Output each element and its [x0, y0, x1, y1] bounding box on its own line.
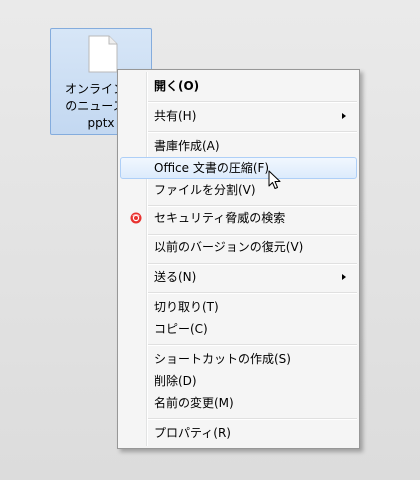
- menu-item-label: Office 文書の圧縮(F): [154, 161, 270, 175]
- menu-separator: [148, 344, 357, 346]
- menu-separator: [148, 292, 357, 294]
- menu-item-send-to[interactable]: 送る(N): [120, 266, 357, 288]
- menu-item-create-shortcut[interactable]: ショートカットの作成(S): [120, 348, 357, 370]
- menu-item-restore-previous[interactable]: 以前のバージョンの復元(V): [120, 236, 357, 258]
- menu-item-delete[interactable]: 削除(D): [120, 370, 357, 392]
- menu-separator: [148, 263, 357, 265]
- document-icon: [88, 35, 118, 73]
- menu-separator: [148, 131, 357, 133]
- submenu-arrow-icon: [342, 113, 346, 119]
- submenu-arrow-icon: [342, 274, 346, 280]
- menu-item-label: 削除(D): [154, 374, 197, 388]
- menu-item-label: 共有(H): [154, 109, 197, 123]
- context-menu: 開く(O) 共有(H) 書庫作成(A) Office 文書の圧縮(F) ファイル…: [117, 69, 360, 449]
- menu-item-copy[interactable]: コピー(C): [120, 318, 357, 340]
- desktop: オンラインソ のニュースサ pptx 開く(O) 共有(H) 書庫作成(A) O…: [0, 0, 420, 480]
- menu-separator: [148, 101, 357, 103]
- menu-item-label: 開く(O): [154, 79, 200, 93]
- arrow-pointer-icon: [268, 170, 281, 189]
- menu-item-label: プロパティ(R): [154, 426, 231, 440]
- menu-separator: [148, 418, 357, 420]
- menu-item-rename[interactable]: 名前の変更(M): [120, 392, 357, 414]
- menu-item-create-archive[interactable]: 書庫作成(A): [120, 135, 357, 157]
- menu-item-label: 以前のバージョンの復元(V): [154, 240, 304, 254]
- menu-item-share[interactable]: 共有(H): [120, 105, 357, 127]
- menu-item-open[interactable]: 開く(O): [120, 75, 357, 97]
- menu-item-label: 名前の変更(M): [154, 396, 234, 410]
- menu-item-properties[interactable]: プロパティ(R): [120, 422, 357, 444]
- menu-item-label: ショートカットの作成(S): [154, 352, 291, 366]
- menu-item-cut[interactable]: 切り取り(T): [120, 296, 357, 318]
- menu-item-label: コピー(C): [154, 322, 208, 336]
- security-scan-icon: [130, 212, 142, 224]
- menu-item-compress-office[interactable]: Office 文書の圧縮(F): [120, 157, 357, 179]
- menu-item-label: 切り取り(T): [154, 300, 219, 314]
- menu-item-label: 送る(N): [154, 270, 197, 284]
- menu-item-label: 書庫作成(A): [154, 139, 220, 153]
- menu-item-security-scan[interactable]: セキュリティ脅威の検索: [120, 207, 357, 229]
- menu-item-split-file[interactable]: ファイルを分割(V): [120, 179, 357, 201]
- menu-item-label: ファイルを分割(V): [154, 183, 256, 197]
- menu-item-label: セキュリティ脅威の検索: [154, 211, 286, 225]
